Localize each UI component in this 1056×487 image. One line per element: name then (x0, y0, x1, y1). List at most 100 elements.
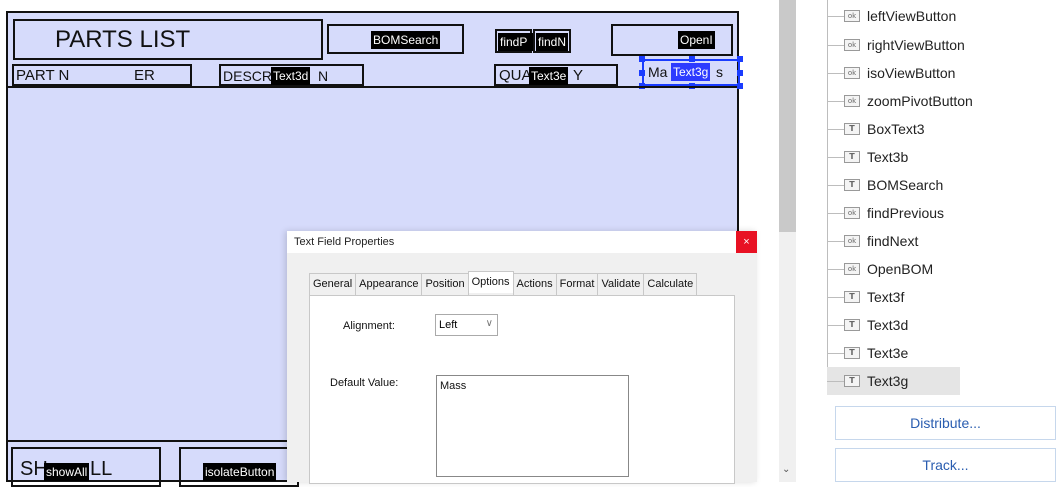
default-value-input[interactable]: Mass (436, 375, 629, 477)
part-number-text: PART N (16, 67, 70, 84)
show-all-button[interactable]: SH showAll LL (11, 447, 161, 487)
isolate-field-tag: isolateButton (203, 463, 277, 481)
open-bom-label: OpenI (678, 31, 715, 49)
text-field-icon: T (844, 291, 860, 303)
selection-handle[interactable] (737, 56, 743, 62)
button-icon: ok (844, 95, 860, 107)
tree-stub (827, 268, 844, 270)
part-number-text-end: ER (134, 67, 155, 84)
dialog-tabs: General Appearance Position Options Acti… (309, 271, 698, 295)
button-icon: ok (844, 67, 860, 79)
chevron-down-icon: ∨ (485, 318, 493, 329)
show-all-field-tag: showAll (44, 463, 90, 481)
tree-item-label: leftViewButton (867, 8, 957, 24)
button-icon: ok (844, 10, 860, 22)
mass-field-tag: Text3g (671, 63, 711, 81)
text-field-icon: T (844, 375, 860, 387)
selection-handle[interactable] (639, 70, 645, 76)
tree-stub (827, 296, 844, 298)
header-part-number[interactable]: PART N ER (12, 64, 192, 86)
tree-item[interactable]: T BOMSearch (827, 171, 943, 199)
tree-item[interactable]: ok isoViewButton (827, 59, 955, 87)
scrollbar-thumb[interactable] (779, 0, 796, 232)
tab-format[interactable]: Format (555, 273, 599, 295)
show-all-text-end: LL (90, 458, 113, 480)
selection-handle[interactable] (737, 83, 743, 89)
tree-item[interactable]: ok findPrevious (827, 199, 944, 227)
find-previous-label: findP (498, 33, 533, 51)
tree-item[interactable]: T Text3d (827, 311, 908, 339)
tree-item-label: rightViewButton (867, 37, 965, 53)
tree-item-label: Text3e (867, 345, 909, 361)
button-icon: ok (844, 207, 860, 219)
header-description[interactable]: DESCR Text3d N (219, 64, 364, 86)
title-box[interactable]: PARTS LIST (13, 19, 323, 60)
selection-handle[interactable] (639, 56, 645, 62)
open-bom-button[interactable]: OpenI (611, 24, 733, 56)
quantity-field-tag: Text3e (529, 67, 569, 85)
mass-field-selected[interactable]: Ma Text3g s (639, 56, 743, 89)
bom-search-field[interactable]: BOMSearch (327, 24, 464, 54)
alignment-select[interactable]: Left ∨ (435, 314, 498, 336)
description-text-end: N (318, 68, 329, 84)
tree-item-label: BOMSearch (867, 177, 944, 193)
tree-item-label: findNext (867, 233, 919, 249)
find-next-button[interactable]: findN (533, 29, 571, 53)
tree-item[interactable]: T BoxText3 (827, 115, 925, 143)
tree-stub (827, 156, 844, 158)
scroll-down-icon[interactable]: ⌄ (782, 464, 790, 475)
find-previous-button[interactable]: findP (495, 29, 533, 53)
text-field-icon: T (844, 347, 860, 359)
alignment-value: Left (439, 319, 458, 331)
tree-stub (827, 352, 844, 354)
tree-item-label: Text3b (867, 149, 909, 165)
header-divider (8, 86, 737, 88)
tree-item[interactable]: ok rightViewButton (827, 31, 965, 59)
scrollbar[interactable]: ⌄ (779, 0, 796, 482)
close-icon[interactable]: × (736, 231, 757, 253)
tab-appearance[interactable]: Appearance (355, 273, 423, 295)
tab-options[interactable]: Options (467, 271, 514, 293)
selection-handle[interactable] (689, 56, 695, 62)
button-icon: ok (844, 235, 860, 247)
form-title: PARTS LIST (55, 26, 191, 53)
tab-position[interactable]: Position (421, 273, 469, 295)
isolate-button[interactable]: isolateButton (179, 447, 299, 487)
text-field-icon: T (844, 151, 860, 163)
mass-text: Ma (648, 64, 668, 80)
tree-item[interactable]: T Text3e (827, 339, 908, 367)
text-field-icon: T (844, 179, 860, 191)
tree-item[interactable]: ok zoomPivotButton (827, 87, 973, 115)
tree-item[interactable]: T Text3b (827, 143, 908, 171)
button-icon: ok (844, 263, 860, 275)
tree-stub (827, 100, 844, 102)
mass-text-end: s (716, 64, 723, 80)
tab-actions[interactable]: Actions (512, 273, 557, 295)
dialog-title-bar[interactable]: Text Field Properties (287, 231, 741, 253)
find-next-label: findN (536, 33, 569, 51)
tab-calculate[interactable]: Calculate (643, 273, 698, 295)
text-field-icon: T (844, 123, 860, 135)
tree-item-label: OpenBOM (867, 261, 934, 277)
tree-item[interactable]: T Text3f (827, 283, 904, 311)
quantity-text-end: Y (573, 67, 584, 84)
tree-item[interactable]: ok leftViewButton (827, 2, 956, 30)
tree-item[interactable]: ok findNext (827, 227, 918, 255)
tab-general[interactable]: General (309, 273, 357, 295)
distribute-button[interactable]: Distribute... (835, 406, 1056, 440)
dialog-body: General Appearance Position Options Acti… (287, 253, 741, 484)
description-field-tag: Text3d (271, 67, 311, 85)
tab-validate[interactable]: Validate (597, 273, 645, 295)
tree-stub (827, 15, 844, 17)
text-field-properties-dialog: Text Field Properties × General Appearan… (287, 231, 757, 484)
tree-stub (827, 212, 844, 214)
tree-item[interactable]: ok OpenBOM (827, 255, 933, 283)
selection-handle[interactable] (737, 70, 743, 76)
dialog-title: Text Field Properties (294, 236, 395, 248)
header-quantity[interactable]: QUA Text3e Y (494, 64, 618, 86)
tree-stub (827, 184, 844, 186)
tree-stub (827, 72, 844, 74)
track-button[interactable]: Track... (835, 448, 1056, 482)
tree-stub (827, 128, 844, 130)
tree-item-selected[interactable]: T Text3g (827, 367, 960, 395)
